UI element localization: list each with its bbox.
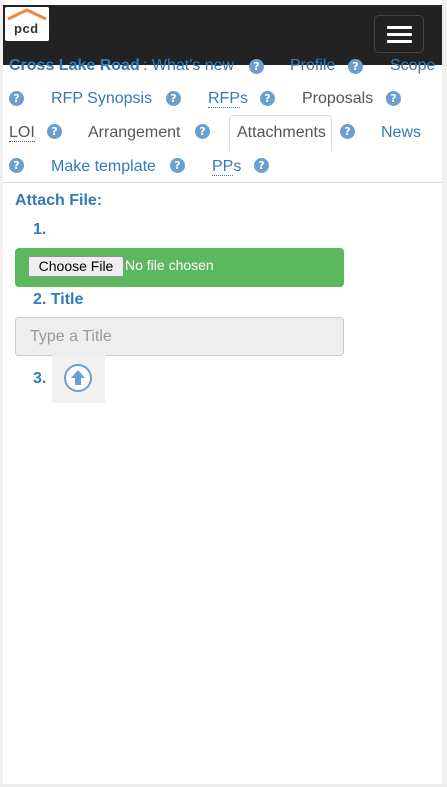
proposals-link[interactable]: Proposals (302, 90, 373, 108)
arrangement-link[interactable]: Arrangement (88, 124, 181, 142)
tab-attachments[interactable]: Attachments (229, 115, 332, 151)
step-1-label: 1. (33, 221, 47, 238)
logo-text: pcd (14, 21, 39, 36)
tabs-divider (3, 182, 442, 183)
tab-attachments-label: Attachments (237, 124, 326, 141)
whats-new-link[interactable]: : What's new (143, 57, 234, 75)
upload-arrow-icon (64, 364, 92, 392)
help-icon[interactable]: ? (260, 91, 275, 106)
profile-link[interactable]: Profile (290, 57, 335, 75)
rfp-synopsis-link[interactable]: RFP Synopsis (51, 90, 152, 108)
nav-row-2: ? RFP Synopsis ? RFPs ? Proposals ? (3, 82, 442, 116)
file-input-wrapper: Choose File No file chosen (15, 248, 344, 287)
help-icon[interactable]: ? (386, 91, 401, 106)
rfp-suffix: s (240, 90, 248, 107)
hamburger-bar (387, 33, 412, 36)
help-icon[interactable]: ? (340, 124, 355, 139)
file-status-text: No file chosen (125, 257, 214, 273)
nav-row-3: LOI ? Arrangement ? (3, 116, 231, 150)
step-2-title-label: 2. Title (33, 291, 84, 308)
choose-file-button[interactable]: Choose File (28, 256, 124, 277)
help-icon[interactable]: ? (47, 124, 62, 139)
menu-toggle-button[interactable] (374, 15, 424, 53)
help-icon[interactable]: ? (9, 158, 24, 173)
rfp-abbr: RFP (208, 90, 240, 108)
loi-link[interactable]: LOI (9, 124, 35, 142)
project-name-link[interactable]: Cross Lake Road (9, 57, 140, 75)
window-frame-right (442, 0, 447, 787)
make-template-link[interactable]: Make template (51, 158, 156, 176)
news-link[interactable]: News (381, 124, 421, 142)
help-icon[interactable]: ? (166, 91, 181, 106)
loi-abbr: LOI (9, 124, 35, 142)
help-icon[interactable]: ? (254, 158, 269, 173)
hamburger-bar (387, 40, 412, 43)
help-icon[interactable]: ? (170, 158, 185, 173)
nav-row-4: ? Make template ? PPs ? (3, 150, 442, 184)
pps-link[interactable]: PPs (212, 158, 241, 176)
title-input[interactable] (15, 317, 344, 356)
brand-logo[interactable]: pcd (5, 7, 49, 41)
rfps-link[interactable]: RFPs (208, 90, 248, 108)
help-icon[interactable]: ? (9, 91, 24, 106)
step-3-label: 3. (33, 370, 47, 387)
help-icon[interactable]: ? (195, 124, 210, 139)
pp-suffix: s (233, 158, 242, 175)
upload-button[interactable] (52, 355, 105, 403)
nav-row-1: Cross Lake Road : What's new ? Profile ?… (3, 50, 442, 80)
pp-abbr: PP (212, 158, 234, 176)
hamburger-icon (387, 26, 412, 29)
attach-file-heading: Attach File: (15, 192, 103, 209)
help-icon[interactable]: ? (348, 59, 363, 74)
scope-link[interactable]: Scope (390, 57, 435, 75)
help-icon[interactable]: ? (249, 59, 264, 74)
